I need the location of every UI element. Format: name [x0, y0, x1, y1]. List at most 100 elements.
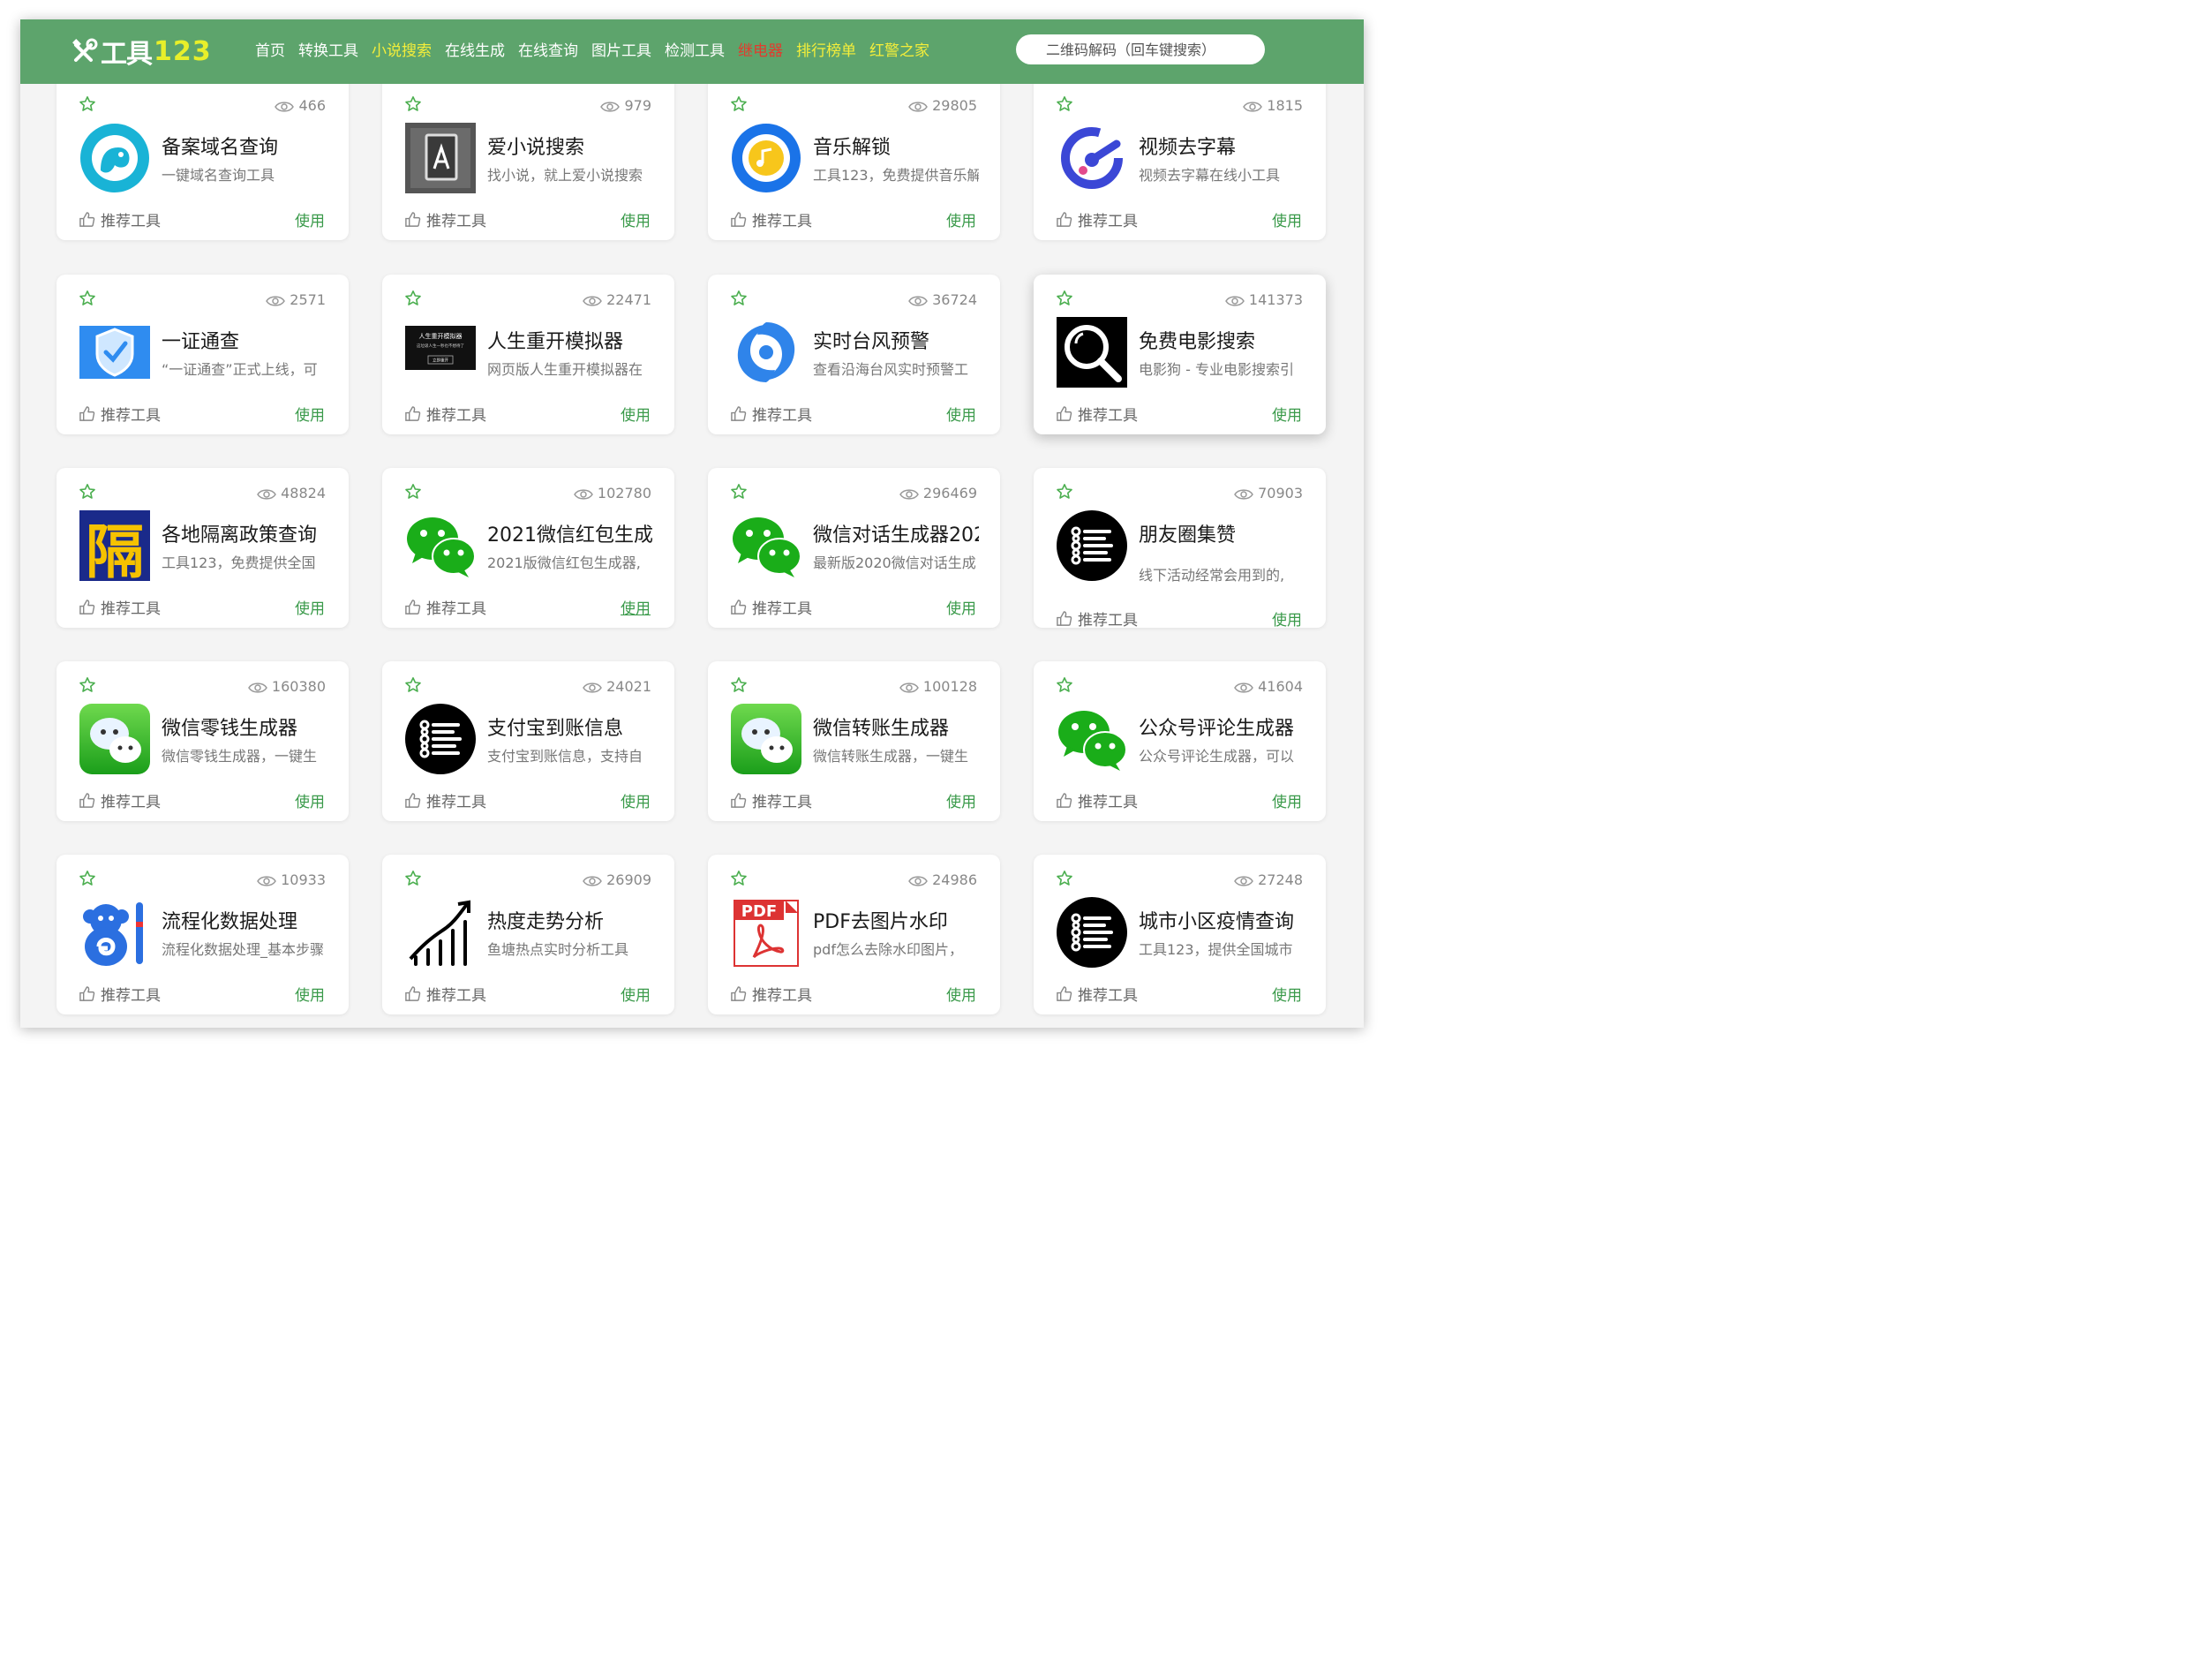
favorite-star-icon[interactable] [1056, 483, 1073, 501]
trend-chart-icon[interactable] [405, 897, 476, 968]
shield-check-icon[interactable] [79, 317, 150, 388]
favorite-star-icon[interactable] [1056, 95, 1073, 113]
recommend-tool[interactable]: 推荐工具 [79, 208, 161, 230]
tool-name[interactable]: 支付宝到账信息 [487, 713, 653, 741]
list-icon[interactable] [405, 704, 476, 774]
tool-card[interactable]: 24986 PDF PDF去图片水印 pdf怎么去除水印图片， 推荐工具 使用 [708, 855, 1000, 1014]
favorite-star-icon[interactable] [1056, 676, 1073, 694]
favorite-star-icon[interactable] [79, 483, 96, 501]
favorite-star-icon[interactable] [79, 870, 96, 887]
use-button[interactable]: 使用 [1272, 208, 1302, 230]
tool-card[interactable]: 41604 公众号评论生成器 公众号评论生成器，可以 推荐工具 使用 [1034, 661, 1326, 821]
tool-name[interactable]: 备案域名查询 [162, 132, 327, 160]
nav-item-9[interactable]: 红警之家 [869, 38, 929, 60]
recommend-tool[interactable]: 推荐工具 [404, 208, 486, 230]
favorite-star-icon[interactable] [1056, 870, 1073, 887]
use-button[interactable]: 使用 [1272, 403, 1302, 425]
nav-item-4[interactable]: 在线查询 [518, 38, 578, 60]
tool-name[interactable]: 微信零钱生成器 [162, 713, 327, 741]
favorite-star-icon[interactable] [1056, 290, 1073, 307]
favorite-star-icon[interactable] [79, 676, 96, 694]
tool-name[interactable]: 流程化数据处理 [162, 906, 327, 934]
favorite-star-icon[interactable] [79, 290, 96, 307]
recommend-tool[interactable]: 推荐工具 [79, 596, 161, 618]
nav-item-8[interactable]: 排行榜单 [796, 38, 856, 60]
use-button[interactable]: 使用 [1272, 789, 1302, 811]
recommend-tool[interactable]: 推荐工具 [404, 983, 486, 1005]
tool-card[interactable]: 296469 微信对话生成器2021 最新版2020微信对话生成推荐工具 使用 [708, 468, 1000, 628]
use-button[interactable]: 使用 [621, 596, 651, 618]
tool-name[interactable]: 爱小说搜索 [487, 132, 653, 160]
nav-item-7[interactable]: 继电器 [738, 38, 783, 60]
tool-card[interactable]: 70903 朋友圈集赞 线下活动经常会用到的, 推荐工具 使用 [1034, 468, 1326, 628]
favorite-star-icon[interactable] [404, 676, 422, 694]
recommend-tool[interactable]: 推荐工具 [730, 983, 812, 1005]
favorite-star-icon[interactable] [730, 483, 748, 501]
novel-search-icon[interactable] [405, 123, 476, 193]
favorite-star-icon[interactable] [79, 95, 96, 113]
nav-item-1[interactable]: 转换工具 [298, 38, 358, 60]
wechat-app-icon[interactable] [731, 704, 801, 774]
tool-name[interactable]: 微信对话生成器2021 [813, 519, 979, 547]
nav-item-3[interactable]: 在线生成 [445, 38, 505, 60]
typhoon-icon[interactable] [731, 317, 801, 388]
life-restart-icon[interactable]: 人生重开模拟器 这垃圾人生一秒也不想待了 立即重开 [405, 317, 476, 388]
tool-name[interactable]: 热度走势分析 [487, 906, 653, 934]
recommend-tool[interactable]: 推荐工具 [79, 403, 161, 425]
recommend-tool[interactable]: 推荐工具 [404, 596, 486, 618]
recommend-tool[interactable]: 推荐工具 [1056, 208, 1138, 230]
wechat-app-icon[interactable] [79, 704, 150, 774]
list-icon[interactable] [1057, 510, 1127, 581]
tool-name[interactable]: 2021微信红包生成 [487, 519, 653, 547]
tool-name[interactable]: PDF去图片水印 [813, 906, 979, 934]
favorite-star-icon[interactable] [404, 95, 422, 113]
favorite-star-icon[interactable] [730, 676, 748, 694]
favorite-star-icon[interactable] [730, 870, 748, 887]
tool-name[interactable]: 免费电影搜索 [1139, 326, 1305, 354]
recommend-tool[interactable]: 推荐工具 [730, 403, 812, 425]
tool-card[interactable]: 26909 热度走势分析 鱼塘热点实时分析工具 推荐工具 使用 [382, 855, 674, 1014]
magnifier-icon[interactable] [1057, 317, 1127, 388]
favorite-star-icon[interactable] [730, 95, 748, 113]
use-button[interactable]: 使用 [621, 983, 651, 1005]
recommend-tool[interactable]: 推荐工具 [1056, 607, 1138, 628]
tool-card[interactable]: 160380 微信零钱生成器 微信零钱生成器，一键生 推荐工具 使用 [56, 661, 349, 821]
recommend-tool[interactable]: 推荐工具 [1056, 789, 1138, 811]
use-button[interactable]: 使用 [621, 208, 651, 230]
favorite-star-icon[interactable] [404, 483, 422, 501]
pdf-icon[interactable]: PDF [731, 897, 801, 968]
tool-card[interactable]: 10933 流程化数据处理 流程化数据处理_基本步骤 推荐工具 使用 [56, 855, 349, 1014]
recommend-tool[interactable]: 推荐工具 [79, 789, 161, 811]
use-button[interactable]: 使用 [295, 596, 325, 618]
recommend-tool[interactable]: 推荐工具 [730, 596, 812, 618]
wechat-icon[interactable] [1057, 704, 1127, 774]
recommend-tool[interactable]: 推荐工具 [730, 208, 812, 230]
tool-name[interactable]: 公众号评论生成器 [1139, 713, 1305, 741]
nav-item-5[interactable]: 图片工具 [591, 38, 651, 60]
isolation-icon[interactable]: 隔 [79, 510, 150, 586]
tool-card[interactable]: 48824 隔各地隔离政策查询 工具123，免费提供全国 推荐工具 使用 [56, 468, 349, 628]
wechat-icon[interactable] [405, 510, 476, 581]
recommend-tool[interactable]: 推荐工具 [1056, 403, 1138, 425]
recommend-tool[interactable]: 推荐工具 [404, 789, 486, 811]
tool-card[interactable]: 36724 实时台风预警 查看沿海台风实时预警工 推荐工具 使用 [708, 275, 1000, 434]
tool-name[interactable]: 音乐解锁 [813, 132, 979, 160]
nav-item-2[interactable]: 小说搜索 [372, 38, 432, 60]
recommend-tool[interactable]: 推荐工具 [404, 403, 486, 425]
recommend-tool[interactable]: 推荐工具 [1056, 983, 1138, 1005]
tool-name[interactable]: 朋友圈集赞 [1139, 519, 1305, 547]
tool-name[interactable]: 人生重开模拟器 [487, 326, 653, 354]
use-button[interactable]: 使用 [295, 208, 325, 230]
use-button[interactable]: 使用 [946, 403, 976, 425]
tool-name[interactable]: 视频去字幕 [1139, 132, 1305, 160]
tool-name[interactable]: 各地隔离政策查询 [162, 519, 327, 547]
list-icon[interactable] [1057, 897, 1127, 968]
nav-item-0[interactable]: 首页 [255, 38, 285, 60]
wechat-icon[interactable] [731, 510, 801, 581]
use-button[interactable]: 使用 [946, 208, 976, 230]
favorite-star-icon[interactable] [730, 290, 748, 307]
monkey-icon[interactable] [79, 897, 150, 968]
use-button[interactable]: 使用 [295, 403, 325, 425]
tool-card[interactable]: 2571 一证通查 “一证通查”正式上线，可 推荐工具 使用 [56, 275, 349, 434]
recommend-tool[interactable]: 推荐工具 [79, 983, 161, 1005]
